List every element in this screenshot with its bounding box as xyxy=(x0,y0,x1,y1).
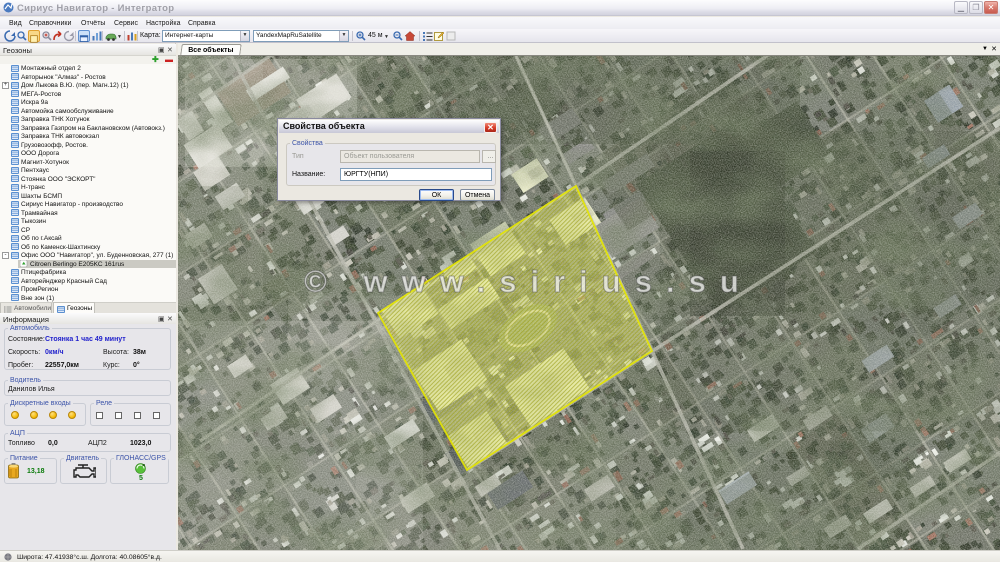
svg-text:© www.sirius.su: © www.sirius.su xyxy=(304,264,753,299)
